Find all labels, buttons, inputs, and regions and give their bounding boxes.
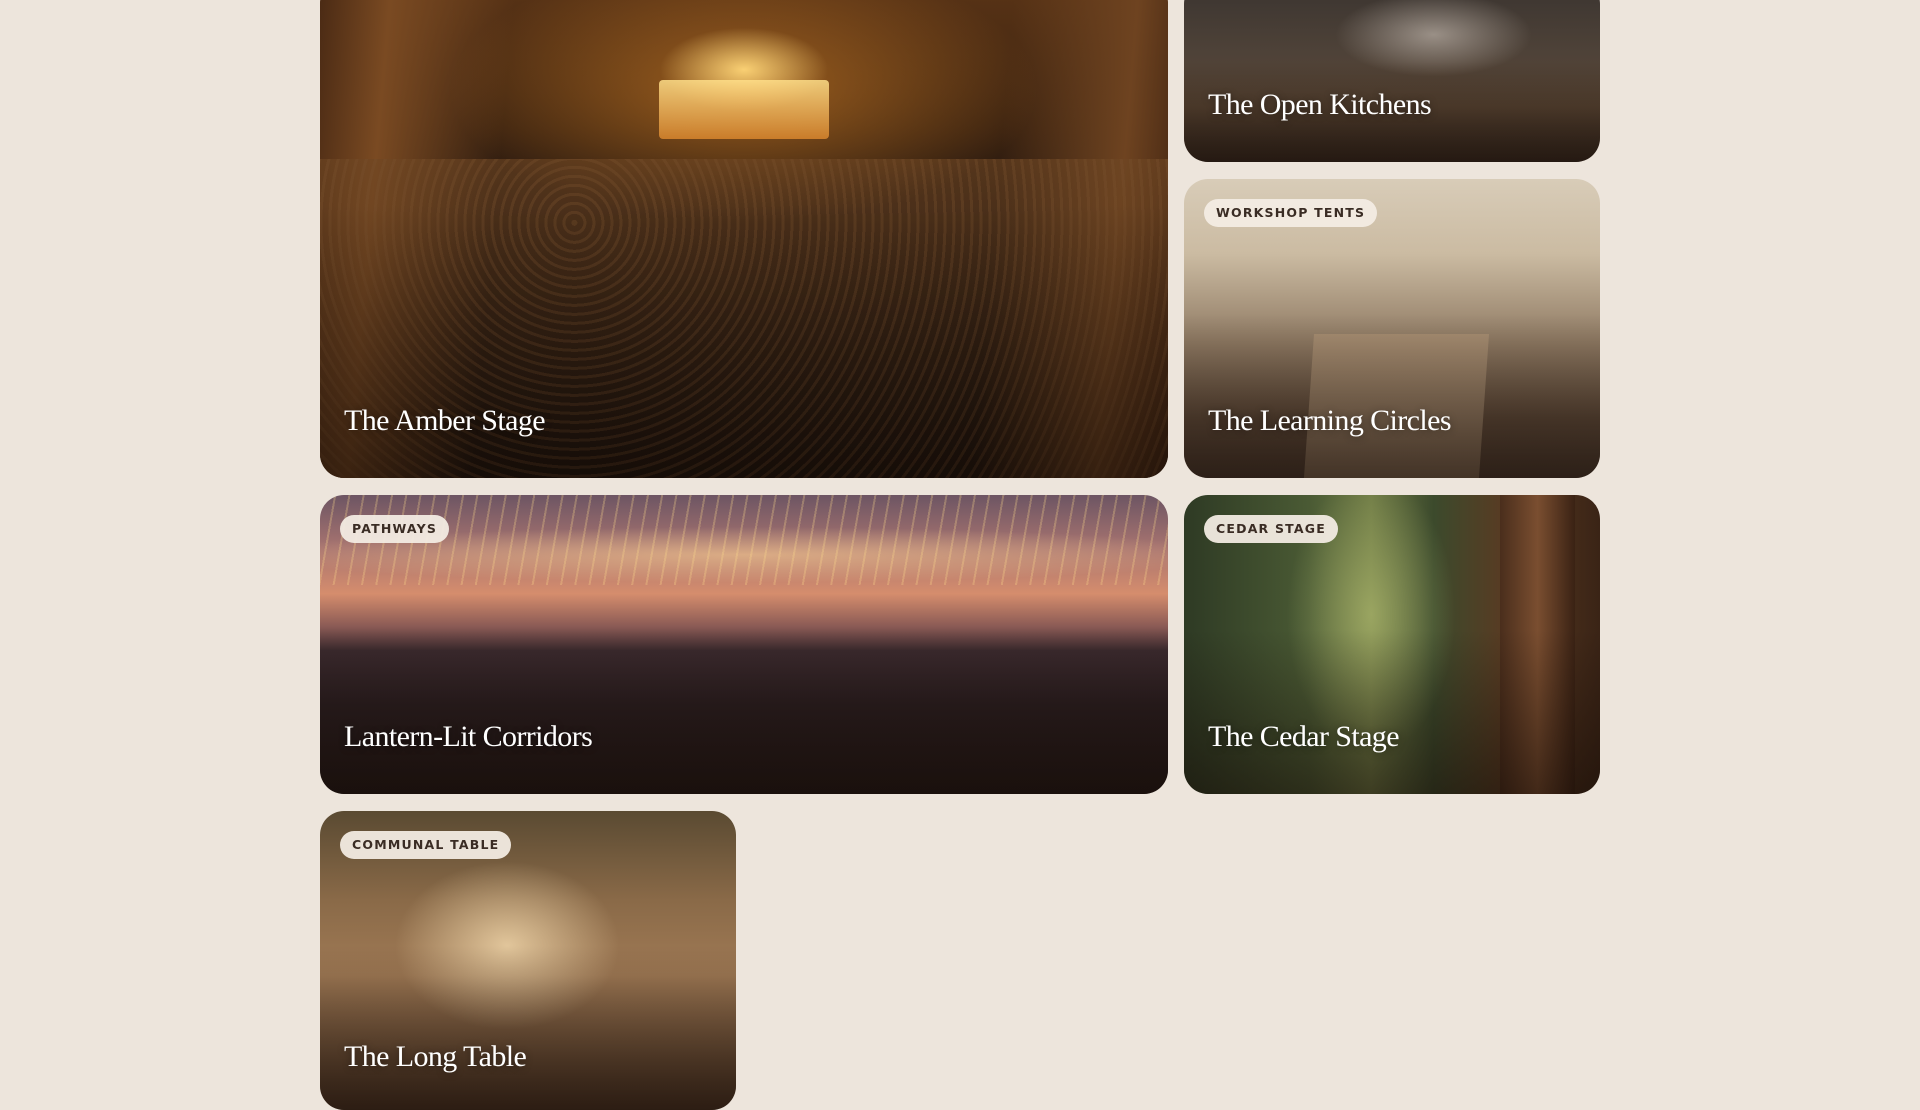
venue-title: The Cedar Stage xyxy=(1208,720,1400,753)
venue-title: The Amber Stage xyxy=(344,404,546,437)
category-badge: PATHWAYS xyxy=(340,515,450,543)
category-badge: CEDAR STAGE xyxy=(1204,515,1338,543)
venue-title: The Open Kitchens xyxy=(1208,88,1432,121)
category-badge: WORKSHOP TENTS xyxy=(1204,199,1378,227)
venue-card-cedar-stage[interactable]: CEDAR STAGE The Cedar Stage xyxy=(1184,495,1600,794)
venue-gallery: The Amber Stage The Open Kitchens WORKSH… xyxy=(0,0,1920,1110)
venue-card-open-kitchens[interactable]: The Open Kitchens xyxy=(1184,0,1600,162)
venue-card-lantern-lit-corridors[interactable]: PATHWAYS Lantern-Lit Corridors xyxy=(320,495,1168,794)
venue-card-learning-circles[interactable]: WORKSHOP TENTS The Learning Circles xyxy=(1184,179,1600,478)
venue-title: Lantern-Lit Corridors xyxy=(344,720,593,753)
image-shade xyxy=(1184,0,1600,162)
venue-card-amber-stage[interactable]: The Amber Stage xyxy=(320,0,1168,478)
venue-title: The Learning Circles xyxy=(1208,404,1452,437)
category-badge: COMMUNAL TABLE xyxy=(340,831,512,859)
venue-card-long-table[interactable]: COMMUNAL TABLE The Long Table xyxy=(320,811,736,1110)
venue-title: The Long Table xyxy=(344,1040,527,1073)
